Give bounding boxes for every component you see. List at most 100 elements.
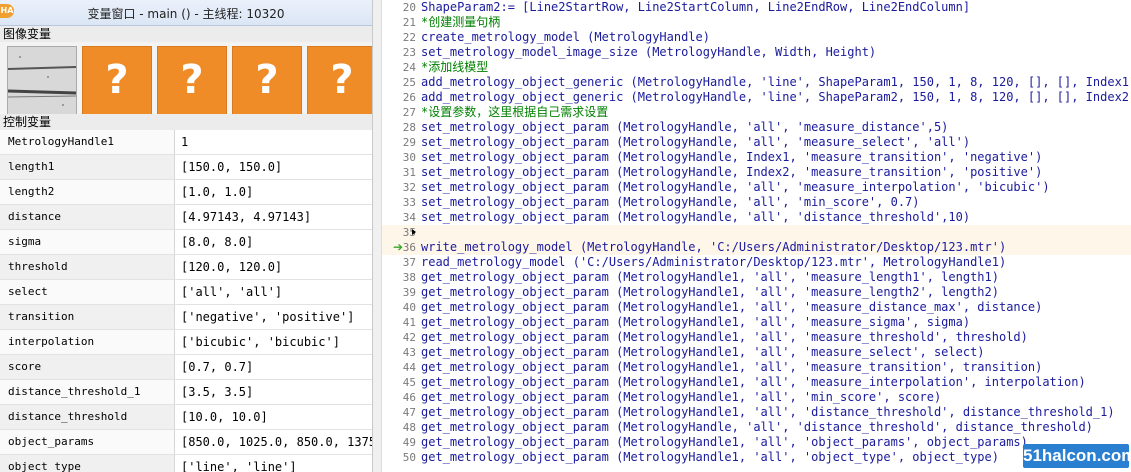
code-text: read_metrology_model ('C:/Users/Administ…	[421, 255, 1007, 269]
code-line[interactable]: 44 get_metrology_object_param (MetrologyH…	[382, 360, 1131, 375]
line-number: 20	[402, 1, 416, 14]
line-number: 41	[402, 316, 416, 329]
line-number: 46	[402, 391, 416, 404]
line-number: 24	[402, 61, 416, 74]
code-line[interactable]: 42 get_metrology_object_param (MetrologyH…	[382, 330, 1131, 345]
code-line[interactable]: 46 get_metrology_object_param (MetrologyH…	[382, 390, 1131, 405]
placeholder-thumbnail[interactable]: ?	[232, 46, 302, 116]
code-line[interactable]: 30 set_metrology_object_param (MetrologyH…	[382, 150, 1131, 165]
variable-name: distance_threshold	[0, 405, 175, 429]
code-text: get_metrology_object_param (MetrologyHan…	[421, 420, 1093, 434]
code-line[interactable]: 24 *添加线模型	[382, 60, 1131, 75]
variable-row[interactable]: transition ['negative', 'positive']	[0, 305, 372, 330]
code-line[interactable]: 25 add_metrology_object_generic (Metrolog…	[382, 75, 1131, 90]
line-number: 25	[402, 76, 416, 89]
question-mark-icon: ?	[180, 57, 204, 103]
variable-row[interactable]: MetrologyHandle1 1	[0, 130, 372, 155]
placeholder-thumbnail[interactable]: ?	[82, 46, 152, 116]
code-text: set_metrology_object_param (MetrologyHan…	[421, 165, 1043, 179]
code-line[interactable]: 22 create_metrology_model (MetrologyHandl…	[382, 30, 1131, 45]
line-number: 32	[402, 181, 416, 194]
code-text: add_metrology_object_generic (MetrologyH…	[421, 75, 1131, 89]
code-line[interactable]: 26 add_metrology_object_generic (Metrolog…	[382, 90, 1131, 105]
code-line[interactable]: 31 set_metrology_object_param (MetrologyH…	[382, 165, 1131, 180]
code-line[interactable]: 27 *设置参数，这里根据自己需求设置	[382, 105, 1131, 120]
code-text: ShapeParam2:= [Line2StartRow, Line2Start…	[421, 0, 971, 14]
code-line[interactable]: 34 set_metrology_object_param (MetrologyH…	[382, 210, 1131, 225]
code-line[interactable]: 50 get_metrology_object_param (MetrologyH…	[382, 450, 1131, 465]
variable-row[interactable]: distance_threshold_1 [3.5, 3.5]	[0, 380, 372, 405]
code-line[interactable]: 48 get_metrology_object_param (MetrologyH…	[382, 420, 1131, 435]
variable-row[interactable]: length1 [150.0, 150.0]	[0, 155, 372, 180]
code-line[interactable]: 43 get_metrology_object_param (MetrologyH…	[382, 345, 1131, 360]
code-line[interactable]: 45 get_metrology_object_param (MetrologyH…	[382, 375, 1131, 390]
code-line[interactable]: 49 get_metrology_object_param (MetrologyH…	[382, 435, 1131, 450]
line-number: 37	[402, 256, 416, 269]
variable-name: distance_threshold_1	[0, 380, 175, 404]
question-mark-icon: ?	[105, 57, 129, 103]
code-text: write_metrology_model (MetrologyHandle, …	[421, 240, 1007, 254]
code-line[interactable]: 21 *创建测量句柄	[382, 15, 1131, 30]
variable-value: 1	[175, 130, 372, 154]
code-text: get_metrology_object_param (MetrologyHan…	[421, 450, 999, 464]
variable-value: ['bicubic', 'bicubic']	[175, 330, 372, 354]
code-line[interactable]: 37 read_metrology_model ('C:/Users/Admini…	[382, 255, 1131, 270]
variable-row[interactable]: length2 [1.0, 1.0]	[0, 180, 372, 205]
line-number: 28	[402, 121, 416, 134]
variable-row[interactable]: distance_threshold [10.0, 10.0]	[0, 405, 372, 430]
variable-row[interactable]: score [0.7, 0.7]	[0, 355, 372, 380]
code-text: create_metrology_model (MetrologyHandle)	[421, 30, 710, 44]
code-line[interactable]: 20 ShapeParam2:= [Line2StartRow, Line2Sta…	[382, 0, 1131, 15]
question-mark-icon: ?	[330, 57, 354, 103]
line-number: 29	[402, 136, 416, 149]
placeholder-thumbnail[interactable]: ?	[307, 46, 372, 116]
image-thumbnail[interactable]	[7, 46, 77, 116]
code-text: set_metrology_model_image_size (Metrolog…	[421, 45, 877, 59]
variable-value: [3.5, 3.5]	[175, 380, 372, 404]
program-counter-arrow-icon: ➔	[393, 240, 404, 254]
code-line[interactable]: 38 get_metrology_object_param (MetrologyH…	[382, 270, 1131, 285]
code-line[interactable]: 28 set_metrology_object_param (MetrologyH…	[382, 120, 1131, 135]
variable-row[interactable]: object_type ['line', 'line']	[0, 455, 372, 472]
placeholder-thumbnail[interactable]: ?	[157, 46, 227, 116]
code-line[interactable]: 47 get_metrology_object_param (MetrologyH…	[382, 405, 1131, 420]
code-line[interactable]: 36 write_metrology_model (MetrologyHandle…	[382, 240, 1131, 255]
code-text: get_metrology_object_param (MetrologyHan…	[421, 345, 985, 359]
variable-value: [8.0, 8.0]	[175, 230, 372, 254]
variable-name: length2	[0, 180, 175, 204]
splitter[interactable]	[373, 0, 382, 472]
code-text: set_metrology_object_param (MetrologyHan…	[421, 180, 1050, 194]
variable-row[interactable]: distance [4.97143, 4.97143]	[0, 205, 372, 230]
line-number: 30	[402, 151, 416, 164]
variable-row[interactable]: sigma [8.0, 8.0]	[0, 230, 372, 255]
variable-row[interactable]: interpolation ['bicubic', 'bicubic']	[0, 330, 372, 355]
code-line[interactable]: 33 set_metrology_object_param (MetrologyH…	[382, 195, 1131, 210]
code-text: get_metrology_object_param (MetrologyHan…	[421, 405, 1115, 419]
code-line[interactable]: 41 get_metrology_object_param (MetrologyH…	[382, 315, 1131, 330]
program-editor[interactable]: 20 ShapeParam2:= [Line2StartRow, Line2Sta…	[382, 0, 1131, 472]
code-comment: *设置参数，这里根据自己需求设置	[421, 105, 609, 119]
line-number: 44	[402, 361, 416, 374]
variable-window: HA 变量窗口 - main () - 主线程: 10320 图像变量 ????…	[0, 0, 373, 472]
variable-row[interactable]: object_params [850.0, 1025.0, 850.0, 1375…	[0, 430, 372, 455]
code-line[interactable]: 40 get_metrology_object_param (MetrologyH…	[382, 300, 1131, 315]
code-line[interactable]: 39 get_metrology_object_param (MetrologyH…	[382, 285, 1131, 300]
code-line[interactable]: 32 set_metrology_object_param (MetrologyH…	[382, 180, 1131, 195]
line-number: 23	[402, 46, 416, 59]
variable-window-titlebar[interactable]: HA 变量窗口 - main () - 主线程: 10320	[0, 0, 372, 26]
variable-row[interactable]: select ['all', 'all']	[0, 280, 372, 305]
code-comment: *添加线模型	[421, 60, 489, 74]
code-line[interactable]: 23 set_metrology_model_image_size (Metrol…	[382, 45, 1131, 60]
code-line[interactable]: 35	[382, 225, 1131, 240]
variable-value: ['negative', 'positive']	[175, 305, 372, 329]
variable-name: sigma	[0, 230, 175, 254]
variable-row[interactable]: threshold [120.0, 120.0]	[0, 255, 372, 280]
code-line[interactable]: 29 set_metrology_object_param (MetrologyH…	[382, 135, 1131, 150]
code-text: get_metrology_object_param (MetrologyHan…	[421, 435, 1028, 449]
image-thumbnails: ????	[0, 42, 372, 116]
code-text: get_metrology_object_param (MetrologyHan…	[421, 390, 942, 404]
variable-value: [0.7, 0.7]	[175, 355, 372, 379]
variable-name: score	[0, 355, 175, 379]
variable-value: [120.0, 120.0]	[175, 255, 372, 279]
variable-name: object_params	[0, 430, 175, 454]
